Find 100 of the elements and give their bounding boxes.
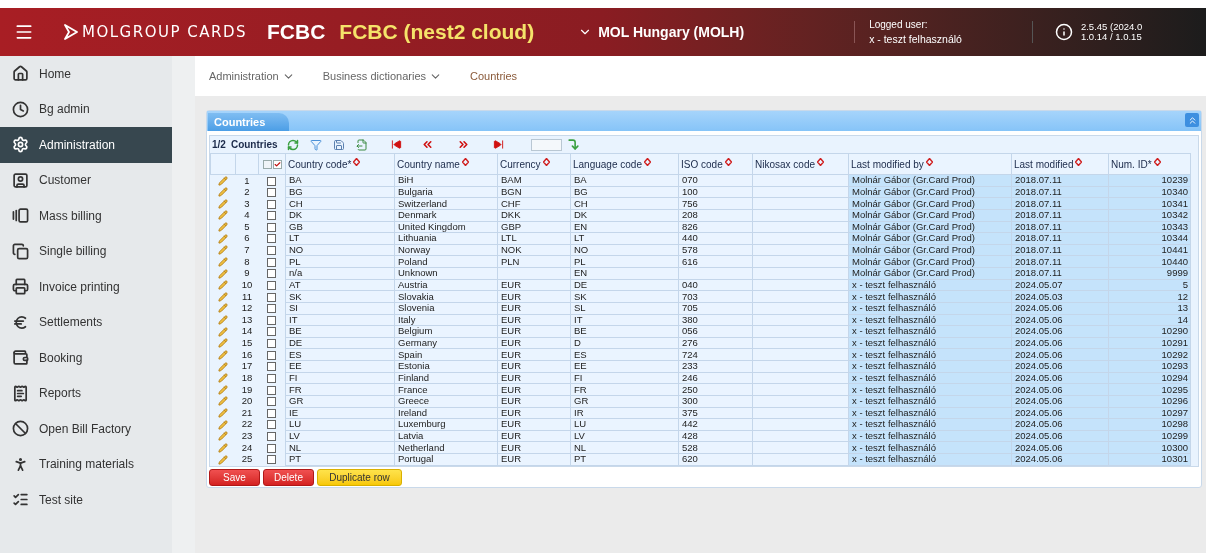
table-cell: D [570,337,679,349]
sort-icon[interactable] [1075,157,1083,166]
row-number: 1 [244,174,250,186]
table-cell: 2018.07.11 [1011,186,1109,198]
row-checkbox[interactable] [267,408,277,418]
sort-icon[interactable] [542,157,550,166]
menu-icon[interactable] [14,22,34,42]
sort-icon[interactable] [643,157,651,166]
previous-page-icon[interactable] [420,138,434,151]
row-checkbox[interactable] [267,327,277,337]
breadcrumb-item[interactable]: Administration [209,67,295,85]
go-icon[interactable] [566,138,580,151]
sidebar-item[interactable]: Customer [0,162,172,198]
table-cell: Molnár Gábor (Gr.Card Prod) [848,221,1012,233]
table-cell: AT [285,279,395,291]
row-checkbox[interactable] [267,234,277,244]
row-checkbox[interactable] [267,350,277,360]
sort-icon[interactable] [724,157,732,166]
row-checkbox[interactable] [267,187,277,197]
sidebar-item[interactable]: Training materials [0,446,172,482]
row-number: 6 [244,232,250,244]
row-checkbox[interactable] [267,420,277,430]
page-indicator: 1/2 [212,138,226,152]
printer-icon [12,278,29,296]
page-input[interactable] [530,138,562,151]
table-cell: Bulgaria [394,186,498,198]
sidebar-item[interactable]: Mass billing [0,198,172,234]
action-button[interactable]: Save [209,468,260,486]
sidebar-item[interactable]: Booking [0,340,172,376]
sidebar-item[interactable]: Open Bill Factory [0,411,172,447]
last-page-icon[interactable] [492,139,504,150]
sort-icon[interactable] [353,157,361,166]
breadcrumb-item[interactable]: Countries [470,67,518,85]
app-name: FCBC [267,19,326,46]
row-number: 23 [241,430,253,442]
export-icon[interactable] [355,138,368,151]
sort-icon[interactable] [1153,157,1161,166]
table-cell: 380 [678,314,753,326]
first-page-icon[interactable] [390,139,402,150]
row-checkbox[interactable] [267,385,277,395]
table-cell: 2024.05.06 [1011,407,1109,419]
info-icon[interactable] [1054,23,1073,41]
table-cell: x - teszt felhasználó [848,337,1012,349]
row-number: 14 [241,325,253,337]
select-all-icon[interactable] [272,159,282,169]
row-checkbox[interactable] [267,443,277,453]
row-number: 15 [241,337,253,349]
table-cell: Latvia [394,430,498,442]
table-cell: 2024.05.07 [1011,279,1109,291]
sidebar-item[interactable]: Settlements [0,304,172,340]
table-cell: EUR [497,279,571,291]
table-cell: 578 [678,244,753,256]
row-checkbox[interactable] [267,257,277,267]
sort-icon[interactable] [817,157,825,166]
row-checkbox[interactable] [267,373,277,383]
breadcrumb-item[interactable]: Business dictionaries [322,67,443,85]
filter-icon[interactable] [309,138,322,151]
row-checkbox[interactable] [267,199,277,209]
row-checkbox[interactable] [267,304,277,314]
sidebar-item[interactable]: Reports [0,375,172,411]
table-cell: Finland [394,372,498,384]
row-checkbox[interactable] [267,455,277,465]
table-cell: x - teszt felhasználó [848,430,1012,442]
sidebar-item[interactable]: Single billing [0,233,172,269]
sidebar-item[interactable]: Invoice printing [0,269,172,305]
save-icon[interactable] [332,138,345,151]
table-cell: BGN [497,186,571,198]
row-checkbox[interactable] [267,315,277,325]
sidebar-item[interactable]: Administration [0,127,172,163]
sidebar-item[interactable]: Bg admin [0,91,172,127]
company-selector[interactable]: MOL Hungary (MOLH) [598,21,745,43]
action-button[interactable]: Delete [263,468,314,486]
duplicate-button[interactable]: Duplicate row [317,468,402,486]
row-checkbox[interactable] [267,269,277,279]
table-cell: EUR [497,337,571,349]
row-checkbox[interactable] [267,339,277,349]
row-checkbox[interactable] [267,280,277,290]
refresh-icon[interactable] [286,138,299,151]
row-number: 22 [241,418,253,430]
row-checkbox[interactable] [267,432,277,442]
row-checkbox[interactable] [267,292,277,302]
sidebar-item[interactable]: Test site [0,482,172,518]
table-cell: EN [570,221,679,233]
environment-name: FCBC (nest2 cloud) [339,19,535,46]
logo-icon [64,24,78,40]
version-text: 1.0.14 / 1.0.15 [1080,32,1143,42]
row-checkbox[interactable] [267,211,277,221]
sort-icon[interactable] [925,157,933,166]
row-number: 21 [241,406,253,418]
table-cell: NO [285,244,395,256]
logged-user-label: Logged user: [869,18,929,32]
row-checkbox[interactable] [267,176,277,186]
sidebar-item[interactable]: Home [0,56,172,92]
row-checkbox[interactable] [267,397,277,407]
row-checkbox[interactable] [267,246,277,256]
table-cell: EUR [497,372,571,384]
row-checkbox[interactable] [267,222,277,232]
row-number: 13 [241,313,253,325]
sort-icon[interactable] [461,157,469,166]
row-checkbox[interactable] [267,362,277,372]
